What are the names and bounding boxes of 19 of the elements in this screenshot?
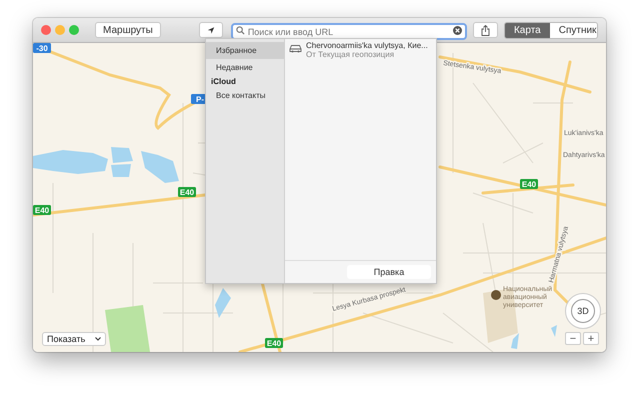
sidebar-item[interactable]: Все контакты [206,87,284,104]
map-mode-tab[interactable]: Карта [504,22,550,38]
zoom-control-button[interactable]: − [565,332,581,345]
road-shield: E40 [33,205,51,215]
result-title[interactable]: Chervonoarmiis'ka vulytsya, Кие... [306,41,428,50]
edit-button[interactable]: Правка [347,265,431,279]
sidebar-item[interactable]: Недавние [206,59,284,76]
section-header: iCloud [210,76,237,87]
road-shield: -30 [33,43,51,53]
map-mode-tab[interactable]: Спутник [550,22,597,38]
zoom-control-button[interactable]: + [583,332,599,345]
result-subtitle: От Текущая геопозиция [306,50,396,59]
show-menu[interactable]: Показать [42,332,106,346]
sidebar-item[interactable]: Избранное [206,42,284,59]
road-shield: E40 [520,179,538,189]
3d-button[interactable]: 3D [571,299,595,323]
directions-button[interactable]: Маршруты [95,22,161,38]
road-shield: E40 [178,187,196,197]
road-shield: E40 [265,338,283,348]
